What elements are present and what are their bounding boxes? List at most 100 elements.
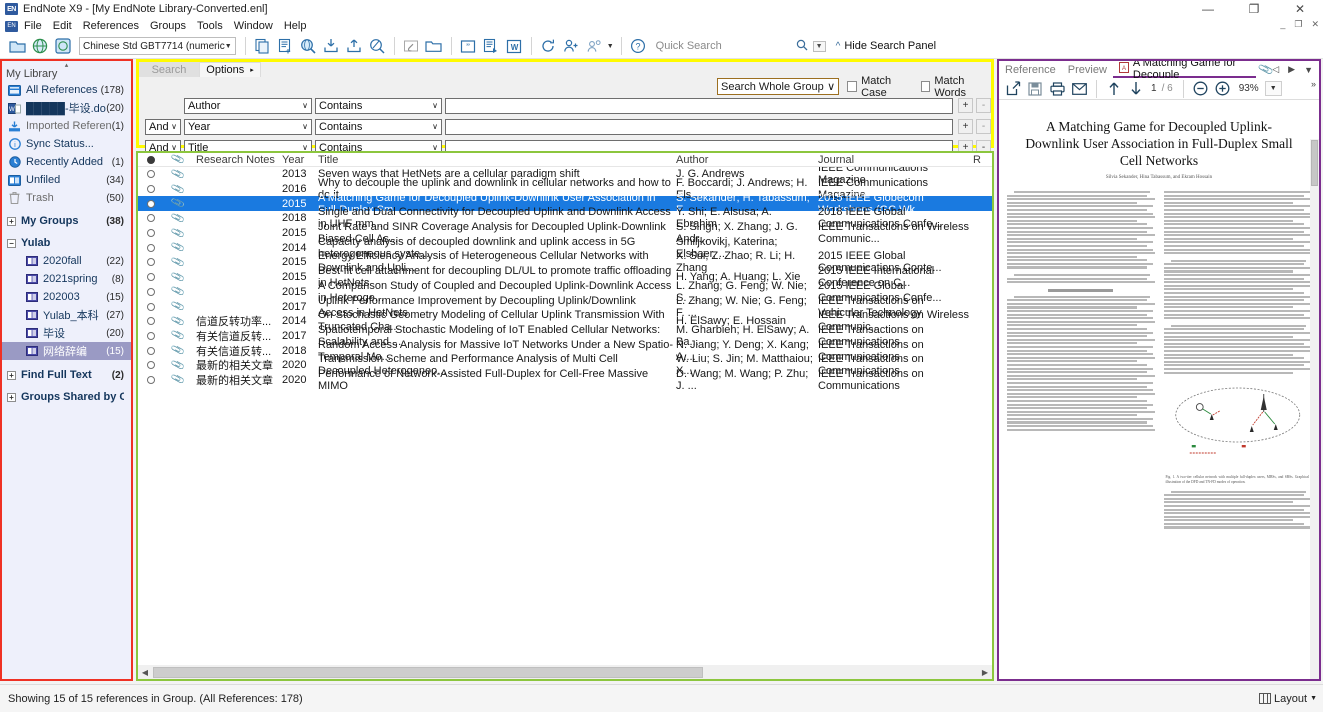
pdf-zoom-dropdown[interactable]: ▼ <box>1264 81 1282 96</box>
row-attachment[interactable]: 📎 <box>163 211 193 226</box>
sidebar-item-wangluocibian[interactable]: 网络辞编 (15) <box>2 342 131 360</box>
column-journal[interactable]: Journal <box>815 154 970 166</box>
search-button[interactable]: Search <box>139 62 199 77</box>
search-operator-dropdown[interactable]: Contains ∨ <box>315 118 442 135</box>
sidebar-group-yulab[interactable]: − Yulab <box>2 234 131 252</box>
row-read-status[interactable] <box>138 317 163 326</box>
row-attachment[interactable]: 📎 <box>163 226 193 241</box>
sidebar-item-word-doc[interactable]: W █████-毕设.docx (20) <box>2 99 131 117</box>
table-row[interactable]: 📎 最新的相关文章 2020 Performance of Network-Assis… <box>138 368 992 392</box>
find-full-text-icon[interactable] <box>366 36 388 57</box>
share-group-icon[interactable] <box>560 36 582 57</box>
menu-item-help[interactable]: Help <box>284 20 307 32</box>
search-icon[interactable] <box>796 39 808 54</box>
sidebar-item-imported-references[interactable]: Imported References (1) <box>2 117 131 135</box>
boolean-operator-dropdown[interactable]: And ∨ <box>145 118 181 135</box>
zoom-in-icon[interactable] <box>1213 79 1233 99</box>
insert-citation-icon[interactable] <box>480 36 502 57</box>
tab-preview[interactable]: Preview <box>1062 61 1113 78</box>
menu-item-file[interactable]: File <box>24 20 42 32</box>
sidebar-item-all-references[interactable]: All References (178) <box>2 81 131 99</box>
help-icon[interactable]: ? <box>627 36 649 57</box>
scroll-left-arrow-icon[interactable]: ◀ <box>138 665 152 679</box>
sidebar-item-recently-added[interactable]: Recently Added (1) <box>2 153 131 171</box>
row-attachment[interactable]: 📎 <box>163 255 193 270</box>
row-attachment[interactable]: 📎 <box>163 358 193 373</box>
match-words-checkbox[interactable]: Match Words <box>920 75 991 99</box>
row-attachment[interactable]: 📎 <box>163 343 193 358</box>
search-scope-dropdown[interactable]: Search Whole Group ∨ <box>717 78 840 95</box>
save-icon[interactable] <box>1025 79 1045 99</box>
row-read-status[interactable] <box>138 302 163 311</box>
page-down-icon[interactable] <box>1126 79 1146 99</box>
row-read-status[interactable] <box>138 185 163 194</box>
row-read-status[interactable] <box>138 199 163 208</box>
open-in-new-window-icon[interactable] <box>1003 79 1023 99</box>
sidebar-group-find-full-text[interactable]: + Find Full Text (2) <box>2 366 131 384</box>
search-web-icon[interactable] <box>297 36 319 57</box>
row-attachment[interactable]: 📎 <box>163 285 193 300</box>
match-case-checkbox[interactable]: Match Case <box>847 75 912 99</box>
zoom-out-icon[interactable] <box>1191 79 1211 99</box>
search-options-dropdown[interactable]: ▼ <box>812 40 826 52</box>
layout-button[interactable]: Layout ▼ <box>1259 693 1317 705</box>
next-attachment-icon[interactable]: ▶ <box>1288 64 1295 75</box>
export-icon[interactable] <box>343 36 365 57</box>
word-cwyw-icon[interactable]: W <box>503 36 525 57</box>
tab-reference[interactable]: Reference <box>999 61 1062 78</box>
scroll-right-arrow-icon[interactable]: ▶ <box>978 665 992 679</box>
menu-item-window[interactable]: Window <box>234 20 273 32</box>
column-author[interactable]: Author <box>673 154 815 166</box>
online-search-icon[interactable] <box>29 36 51 57</box>
row-read-status[interactable] <box>138 346 163 355</box>
quick-search-input[interactable]: Quick Search <box>656 37 796 55</box>
online-search-mode-icon[interactable] <box>52 36 74 57</box>
row-read-status[interactable] <box>138 331 163 340</box>
menu-item-references[interactable]: References <box>83 20 139 32</box>
column-rating[interactable]: R <box>970 154 992 166</box>
sync-icon[interactable] <box>537 36 559 57</box>
pdf-document-view[interactable]: A Matching Game for Decoupled Uplink-Dow… <box>999 100 1319 679</box>
options-button[interactable]: Options ▸ <box>199 62 261 77</box>
scroll-thumb[interactable] <box>153 666 703 678</box>
expander-plus-icon[interactable]: + <box>7 392 16 402</box>
menu-item-groups[interactable]: Groups <box>150 20 186 32</box>
remove-criteria-button[interactable]: - <box>976 119 991 134</box>
row-read-status[interactable] <box>138 273 163 282</box>
column-attachment[interactable]: 📎 <box>163 154 193 165</box>
add-criteria-button[interactable]: + <box>958 119 973 134</box>
row-read-status[interactable] <box>138 287 163 296</box>
sidebar-item-trash[interactable]: Trash (50) <box>2 189 131 207</box>
row-attachment[interactable]: 📎 <box>163 167 193 182</box>
sidebar-item-2020fall[interactable]: 2020fall (22) <box>2 252 131 270</box>
sidebar-item-sync-status[interactable]: i Sync Status... <box>2 135 131 153</box>
search-field-dropdown[interactable]: Year ∨ <box>184 118 312 135</box>
maximize-button[interactable]: ❐ <box>1231 0 1277 18</box>
import-icon[interactable] <box>320 36 342 57</box>
row-read-status[interactable] <box>138 243 163 252</box>
pdf-current-page[interactable]: 1 <box>1151 83 1157 94</box>
menu-item-edit[interactable]: Edit <box>53 20 72 32</box>
sidebar-scroll-up[interactable]: ▴ <box>2 61 131 69</box>
sidebar-item-yulab-benke[interactable]: Yulab_本科 (27) <box>2 306 131 324</box>
row-read-status[interactable] <box>138 258 163 267</box>
edit-reference-icon[interactable] <box>274 36 296 57</box>
print-icon[interactable] <box>1047 79 1067 99</box>
attach-file-icon[interactable] <box>400 36 422 57</box>
mdi-restore-button[interactable]: ❐ <box>1294 19 1302 30</box>
row-attachment[interactable]: 📎 <box>163 314 193 329</box>
row-read-status[interactable] <box>138 170 163 179</box>
sidebar-item-202003[interactable]: 202003 (15) <box>2 288 131 306</box>
new-reference-icon[interactable] <box>251 36 273 57</box>
row-attachment[interactable]: 📎 <box>163 196 193 211</box>
column-year[interactable]: Year <box>278 154 313 166</box>
expander-plus-icon[interactable]: + <box>7 370 16 380</box>
scroll-thumb[interactable] <box>1311 140 1318 186</box>
search-operator-dropdown[interactable]: Contains ∨ <box>315 97 442 114</box>
add-criteria-button[interactable]: + <box>958 98 973 113</box>
row-read-status[interactable] <box>138 375 163 384</box>
row-attachment[interactable]: 📎 <box>163 182 193 197</box>
quote-icon[interactable]: ” <box>457 36 479 57</box>
tab-pdf-document[interactable]: A A Matching Game for Decouple <box>1112 61 1256 81</box>
menu-item-tools[interactable]: Tools <box>197 20 223 32</box>
